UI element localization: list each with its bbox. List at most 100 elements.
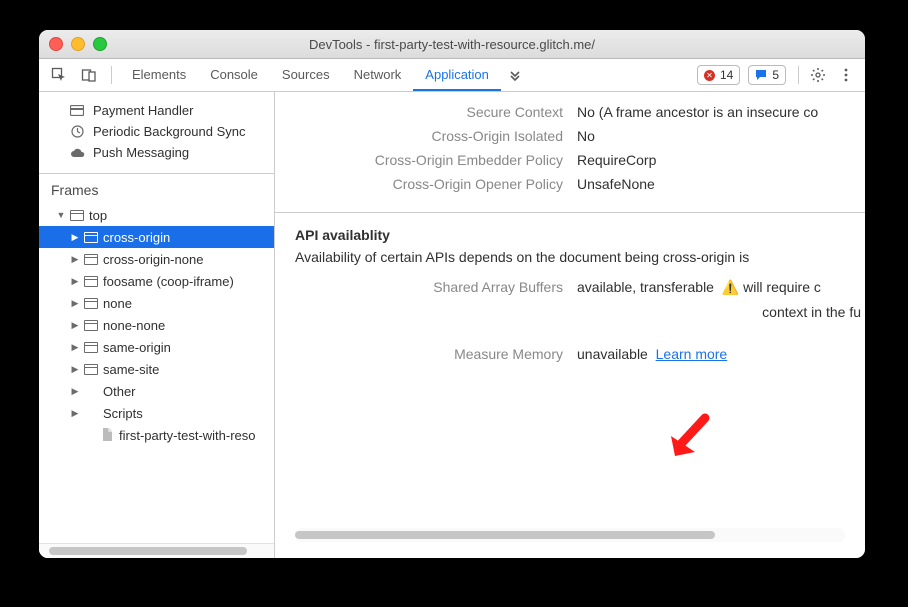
prop-value: No (A frame ancestor is an insecure co [577,104,865,120]
disclosure-right-icon[interactable]: ▶ [69,386,81,397]
prop-label: Cross-Origin Isolated [275,128,577,144]
frame-icon [83,232,99,243]
tree-item-top[interactable]: ▼ top [39,204,274,226]
titlebar: DevTools - first-party-test-with-resourc… [39,30,865,59]
warning-icon: ⚠️ [722,279,739,295]
disclosure-right-icon[interactable]: ▶ [69,298,81,309]
tree-item-foosame[interactable]: ▶ foosame (coop-iframe) [39,270,274,292]
security-properties: Secure Context No (A frame ancestor is a… [275,92,865,196]
frame-icon [69,210,85,221]
panel-body: Payment Handler Periodic Background Sync… [39,92,865,558]
clock-icon [69,125,85,138]
tab-sources[interactable]: Sources [270,59,342,91]
panel-tabs: Elements Console Sources Network Applica… [120,59,501,91]
frame-icon [83,342,99,353]
sidebar-scrollbar[interactable] [39,543,274,558]
tab-elements[interactable]: Elements [120,59,198,91]
tree-label: foosame (coop-iframe) [103,274,234,289]
disclosure-right-icon[interactable]: ▶ [69,342,81,353]
tree-label: same-origin [103,340,171,355]
close-icon[interactable] [49,37,63,51]
sidebar-item-push-messaging[interactable]: Push Messaging [39,142,274,163]
prop-value: available, transferable ⚠️ will require … [577,279,865,296]
frame-icon [83,254,99,265]
disclosure-right-icon[interactable]: ▶ [69,408,81,419]
inspect-icon[interactable] [45,63,73,87]
main-toolbar: Elements Console Sources Network Applica… [39,59,865,92]
tab-network[interactable]: Network [342,59,414,91]
prop-value: unavailable Learn more [577,346,865,362]
disclosure-right-icon[interactable]: ▶ [69,320,81,331]
message-count-pill[interactable]: 5 [748,65,786,85]
frame-detail-panel: Secure Context No (A frame ancestor is a… [275,92,865,558]
tree-item-scripts[interactable]: ▶ Scripts [39,402,274,424]
minimize-icon[interactable] [71,37,85,51]
row-sab-extra: context in the fu [295,300,865,324]
tree-item-script-file[interactable]: first-party-test-with-reso [39,424,274,446]
tree-label: Other [103,384,136,399]
file-icon [99,428,115,442]
prop-label: Measure Memory [295,346,577,362]
section-title: API availablity [295,227,865,243]
learn-more-link[interactable]: Learn more [656,346,728,362]
sidebar-item-label: Periodic Background Sync [93,124,245,139]
disclosure-right-icon[interactable]: ▶ [69,254,81,265]
prop-value: UnsafeNone [577,176,865,192]
sidebar-item-periodic-sync[interactable]: Periodic Background Sync [39,121,274,142]
api-availability-section: API availablity Availability of certain … [275,212,865,366]
more-options-icon[interactable] [833,68,859,82]
background-services-group: Payment Handler Periodic Background Sync… [39,92,274,163]
prop-value: RequireCorp [577,152,865,168]
tree-label: none-none [103,318,165,333]
error-count: 14 [720,68,733,82]
prop-coop: Cross-Origin Opener Policy UnsafeNone [275,172,865,196]
tab-console[interactable]: Console [198,59,270,91]
prop-value: context in the fu [577,304,865,320]
prop-value: No [577,128,865,144]
cloud-icon [69,148,85,158]
disclosure-right-icon[interactable]: ▶ [69,364,81,375]
annotation-arrow-icon [665,412,715,462]
prop-label: Shared Array Buffers [295,279,577,295]
tree-item-cross-origin-none[interactable]: ▶ cross-origin-none [39,248,274,270]
frame-icon [83,320,99,331]
tree-item-none[interactable]: ▶ none [39,292,274,314]
tree-label: none [103,296,132,311]
tree-label: cross-origin-none [103,252,203,267]
tree-label: first-party-test-with-reso [119,428,256,443]
more-tabs-icon[interactable] [503,69,527,81]
card-icon [69,105,85,116]
error-count-pill[interactable]: ✕ 14 [697,65,740,85]
prop-coep: Cross-Origin Embedder Policy RequireCorp [275,148,865,172]
frames-header: Frames [39,173,274,202]
settings-icon[interactable] [805,67,831,83]
tree-item-none-none[interactable]: ▶ none-none [39,314,274,336]
window-title: DevTools - first-party-test-with-resourc… [39,37,865,52]
tab-application[interactable]: Application [413,59,501,91]
disclosure-down-icon[interactable]: ▼ [55,210,67,220]
tree-item-same-origin[interactable]: ▶ same-origin [39,336,274,358]
tree-item-cross-origin[interactable]: ▶ cross-origin [39,226,274,248]
window-controls [49,37,107,51]
prop-secure-context: Secure Context No (A frame ancestor is a… [275,100,865,124]
row-shared-array-buffers: Shared Array Buffers available, transfer… [295,275,865,300]
disclosure-right-icon[interactable]: ▶ [69,232,81,243]
zoom-icon[interactable] [93,37,107,51]
sidebar-item-label: Push Messaging [93,145,189,160]
disclosure-right-icon[interactable]: ▶ [69,276,81,287]
tree-label: same-site [103,362,159,377]
tree-item-same-site[interactable]: ▶ same-site [39,358,274,380]
detail-scrollbar[interactable] [295,528,845,542]
section-desc: Availability of certain APIs depends on … [295,249,865,265]
message-icon [755,69,767,81]
prop-cross-origin-isolated: Cross-Origin Isolated No [275,124,865,148]
separator [798,66,799,84]
sidebar-item-label: Payment Handler [93,103,193,118]
devtools-window: DevTools - first-party-test-with-resourc… [39,30,865,558]
error-icon: ✕ [704,70,715,81]
sidebar-item-payment-handler[interactable]: Payment Handler [39,100,274,121]
tree-item-other[interactable]: ▶ Other [39,380,274,402]
frame-icon [83,298,99,309]
device-toggle-icon[interactable] [75,63,103,87]
tree-label: cross-origin [103,230,170,245]
